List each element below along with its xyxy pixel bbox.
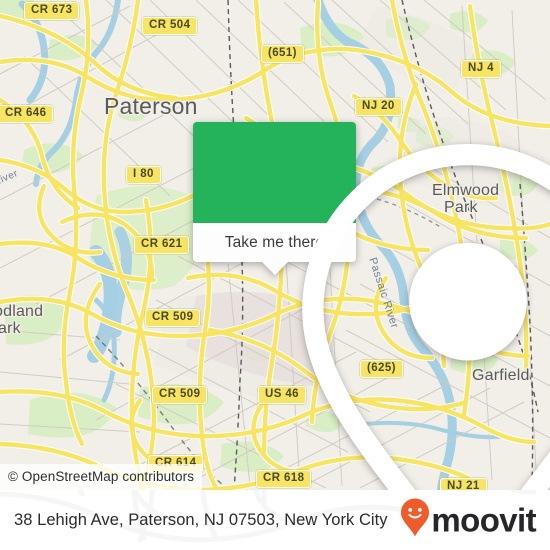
map-canvas[interactable]: Paterson Elmwood Park Garfield odland ar…	[0, 0, 550, 490]
shield-cr-504[interactable]: CR 504	[142, 17, 198, 35]
shield-cr-646[interactable]: CR 646	[0, 105, 54, 123]
footer-bar: 38 Lehigh Ave, Paterson, NJ 07503, New Y…	[0, 490, 550, 550]
popup-tail	[261, 262, 288, 275]
moovit-wordmark: moovit	[431, 501, 536, 539]
moovit-logo: moovit	[400, 498, 537, 543]
moovit-map-screenshot: Paterson Elmwood Park Garfield odland ar…	[0, 0, 550, 550]
moovit-smiley-pin-icon	[400, 498, 430, 543]
shield-nj-20[interactable]: NJ 20	[355, 98, 402, 116]
address-label: 38 Lehigh Ave, Paterson, NJ 07503, New Y…	[14, 510, 388, 529]
shield-cr-621[interactable]: CR 621	[134, 236, 190, 254]
popup-icon-panel	[193, 122, 550, 490]
shield-nj-4[interactable]: NJ 4	[461, 60, 501, 78]
shield-i-80[interactable]: I 80	[126, 166, 161, 184]
shield-cr-673[interactable]: CR 673	[24, 2, 80, 20]
shield-651[interactable]: (651)	[261, 45, 304, 63]
take-me-there-popup[interactable]: Take me there	[193, 122, 550, 490]
osm-attribution[interactable]: © OpenStreetMap contributors	[0, 464, 203, 490]
